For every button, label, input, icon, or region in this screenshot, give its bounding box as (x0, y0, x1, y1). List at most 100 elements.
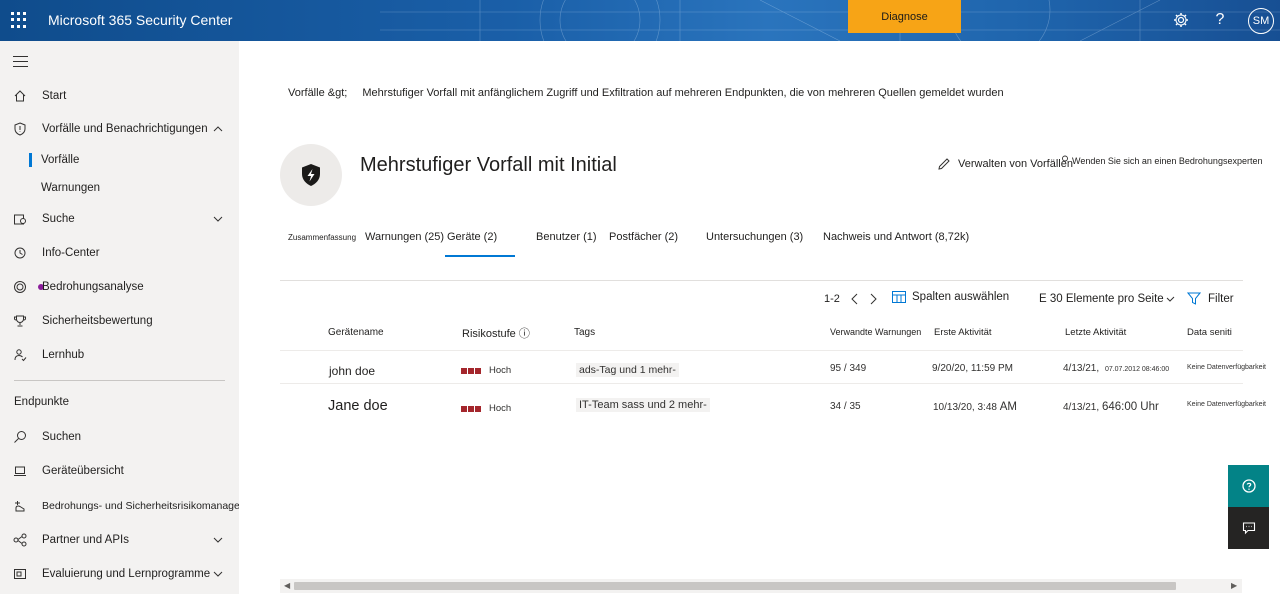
last-activity: 4/13/21, 646:00 Uhr (1063, 401, 1159, 413)
last-activity-time: 07.07.2012 08:46:00 (1104, 366, 1170, 373)
action-center-icon (12, 245, 28, 261)
sidebar: Start Vorfälle und Benachrichtigungen Vo… (0, 41, 263, 594)
chevron-right-icon[interactable] (866, 292, 880, 306)
sidebar-item-incidents-alerts[interactable]: Vorfälle und Benachrichtigungen (0, 115, 239, 143)
sidebar-item-action-center[interactable]: Info-Center (0, 239, 239, 267)
main-content: Vorfälle &gt; Mehrstufiger Vorfall mit a… (239, 41, 1280, 594)
manage-incident-label: Verwalten von Vorfällen (958, 158, 1073, 170)
pager-range: 1-2 (824, 293, 840, 305)
column-header-risk-level[interactable]: Risikostufe ⓘ (462, 325, 530, 341)
related-alerts: 95 / 349 (830, 363, 867, 374)
tab-devices[interactable]: Geräte (2) (444, 231, 516, 257)
column-header-first-activity[interactable]: Erste Aktivität (934, 327, 992, 338)
waffle-icon[interactable] (11, 12, 27, 28)
tab-mailboxes[interactable]: Postfächer (2) (609, 231, 678, 243)
table-header-divider (280, 350, 1243, 351)
sidebar-item-incidents[interactable]: Vorfälle (0, 146, 239, 174)
sidebar-item-label: Vorfälle und Benachrichtigungen (42, 123, 208, 135)
tags-summary[interactable]: IT-Team sass und 2 mehr- (576, 398, 710, 412)
filter-icon (1187, 292, 1201, 305)
sidebar-item-threat-analytics[interactable]: Bedrohungsanalyse (0, 273, 239, 301)
filter-label: Filter (1208, 292, 1234, 305)
sidebar-item-alerts[interactable]: Warnungen (0, 174, 239, 202)
evaluation-icon (12, 566, 28, 582)
sidebar-item-label: Bedrohungsanalyse (42, 281, 144, 293)
chevron-left-icon[interactable] (848, 292, 862, 306)
scroll-left-icon[interactable]: ◀ (284, 581, 290, 590)
tab-users[interactable]: Benutzer (1) (536, 231, 597, 243)
sidebar-item-secure-score[interactable]: Sicherheitsbewertung (0, 307, 239, 335)
page-size-dropdown[interactable]: E 30 Elemente pro Seite (1039, 293, 1175, 305)
column-header-device-name[interactable]: Gerätename (328, 327, 384, 338)
last-activity: 4/13/21, 07.07.2012 08:46:00 (1063, 363, 1169, 374)
diagnose-button[interactable]: Diagnose (848, 0, 961, 33)
sidebar-item-partners-apis[interactable]: Partner und APIs (0, 526, 239, 554)
sidebar-item-label: Lernhub (42, 349, 85, 361)
sidebar-item-learning-hub[interactable]: Lernhub (0, 341, 239, 369)
risk-bars-icon (461, 367, 482, 374)
breadcrumb-current: Mehrstufiger Vorfall mit anfänglichem Zu… (362, 87, 1004, 99)
trophy-icon (12, 313, 28, 329)
choose-columns-label: Spalten auswählen (912, 291, 1010, 303)
learning-icon (12, 347, 28, 363)
avatar[interactable]: SM (1248, 8, 1274, 34)
incident-icon (280, 144, 342, 206)
manage-incident-button[interactable]: Verwalten von Vorfällen (937, 157, 1073, 171)
sidebar-item-label: Sicherheitsbewertung (42, 315, 153, 327)
filter-button[interactable]: Filter (1187, 292, 1234, 305)
column-header-last-activity[interactable]: Letzte Aktivität (1065, 327, 1126, 338)
sidebar-item-start[interactable]: Start (0, 82, 239, 110)
help-float-button[interactable] (1228, 465, 1269, 507)
column-header-related-alerts[interactable]: Verwandte Warnungen (830, 327, 921, 337)
breadcrumb-incidents-link[interactable]: Vorfälle &gt; (288, 87, 347, 99)
help-icon[interactable]: ? (1210, 10, 1230, 30)
data-sensitivity: Keine Datenverfügbarkeit (1187, 364, 1266, 371)
sidebar-item-label: Partner und APIs (42, 534, 129, 546)
risk-level: Hoch (461, 365, 511, 376)
first-activity: 9/20/20, 11:59 PM (932, 363, 1013, 374)
partners-icon (12, 532, 28, 548)
tab-investigations[interactable]: Untersuchungen (3) (706, 231, 803, 243)
top-bar: Microsoft 365 Security Center Diagnose ?… (0, 0, 1280, 41)
pager: 1-2 (824, 292, 880, 306)
sidebar-item-label: Warnungen (41, 182, 101, 194)
chevron-down-icon (1166, 296, 1175, 302)
tab-evidence-response[interactable]: Nachweis und Antwort (8,72k) (823, 231, 969, 243)
choose-columns-button[interactable]: Spalten auswählen (892, 291, 1009, 303)
sidebar-item-device-inventory[interactable]: Geräteübersicht (0, 457, 239, 485)
hamburger-menu-icon[interactable] (13, 56, 28, 71)
tags-cell: ads-Tag und 1 mehr- (576, 363, 679, 377)
risk-level-label: Hoch (489, 403, 512, 414)
person-icon (1062, 155, 1068, 162)
tab-summary[interactable]: Zusammenfassung (288, 233, 356, 242)
search-icon (12, 429, 28, 445)
first-activity: 10/13/20, 3:48 AM (933, 401, 1017, 413)
tabs-divider (280, 280, 1243, 281)
tags-summary[interactable]: ads-Tag und 1 mehr- (576, 363, 679, 377)
scrollbar-thumb[interactable] (294, 582, 1176, 590)
sidebar-item-tvm[interactable]: Bedrohungs- und Sicherheitsrisikomanagem… (0, 492, 263, 520)
tab-alerts[interactable]: Warnungen (25) (365, 231, 444, 243)
help-circle-icon (1241, 479, 1256, 493)
column-header-tags[interactable]: Tags (574, 327, 595, 338)
sidebar-item-label: Evaluierung und Lernprogramme (42, 568, 211, 580)
sidebar-item-hunting[interactable]: Suche (0, 205, 239, 233)
feedback-float-button[interactable] (1228, 507, 1269, 549)
sidebar-item-evaluation[interactable]: Evaluierung und Lernprogramme (0, 560, 239, 588)
chevron-down-icon (213, 571, 223, 577)
horizontal-scrollbar[interactable]: ◀ ▶ (280, 579, 1242, 593)
settings-icon[interactable] (1171, 10, 1191, 30)
risk-level-label: Hoch (489, 365, 512, 376)
scroll-right-icon[interactable]: ▶ (1231, 581, 1237, 590)
last-activity-date: 4/13/21, (1063, 402, 1100, 413)
last-activity-time: 646:00 Uhr (1101, 401, 1159, 413)
consult-expert-button[interactable]: Wenden Sie sich an einen Bedrohungsexper… (1060, 155, 1262, 167)
related-alerts: 34 / 35 (830, 401, 861, 412)
sidebar-item-search[interactable]: Suchen (0, 423, 239, 451)
app-title[interactable]: Microsoft 365 Security Center (48, 12, 232, 28)
page-title: Mehrstufiger Vorfall mit Initial (360, 154, 617, 176)
device-name[interactable]: Jane doe (328, 398, 388, 414)
device-name[interactable]: john doe (329, 364, 375, 378)
shield-icon (12, 121, 28, 137)
column-header-data-sensitivity[interactable]: Data seniti (1187, 327, 1232, 338)
